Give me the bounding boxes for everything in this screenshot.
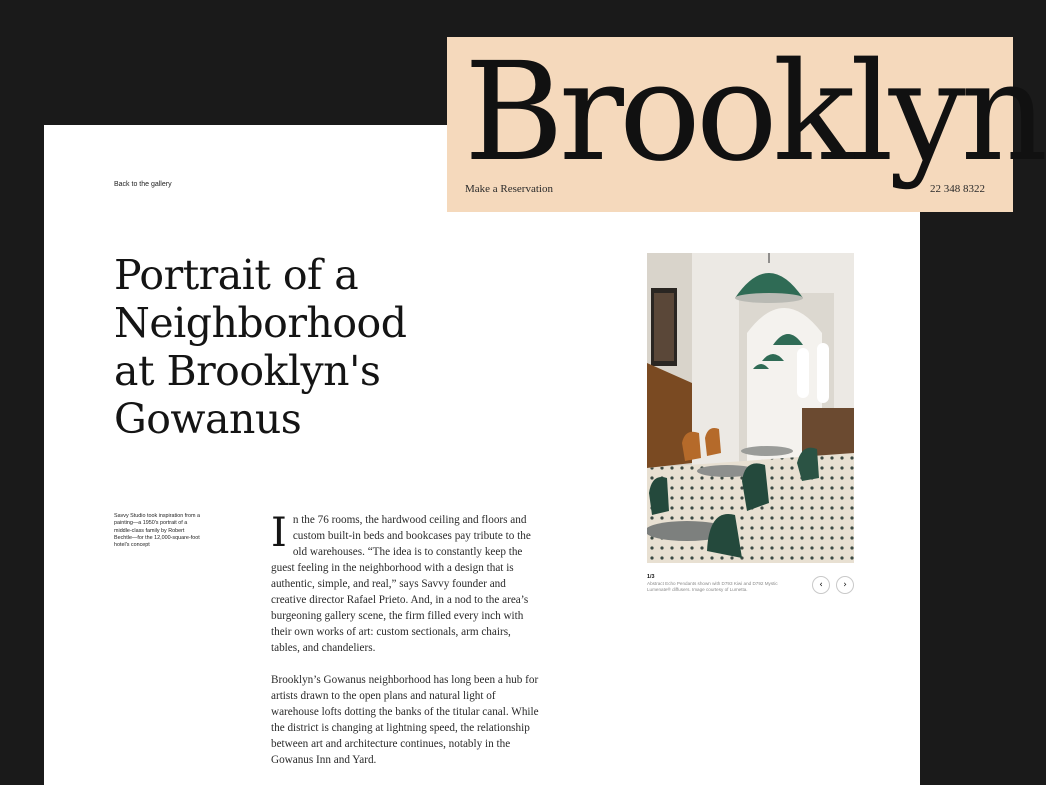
make-reservation-link[interactable]: Make a Reservation [465, 183, 553, 195]
brand-title: Brooklyn [464, 34, 1046, 192]
article-headline: Portrait of a Neighborhood at Brooklyn's… [114, 251, 407, 443]
previous-photo-button[interactable]: ‹ [812, 576, 830, 594]
article-page: Back to the gallery Portrait of a Neighb… [44, 125, 920, 785]
paragraph-1-text: n the 76 rooms, the hardwood ceiling and… [271, 514, 531, 654]
photo-caption: 1/3 Abstract Echo Pendants shown with D7… [647, 574, 797, 593]
back-to-gallery-link[interactable]: Back to the gallery [114, 181, 172, 188]
chevron-left-icon: ‹ [819, 580, 823, 590]
paragraph-1: In the 76 rooms, the hardwood ceiling an… [271, 512, 542, 656]
phone-number[interactable]: 22 348 8322 [930, 183, 985, 195]
article-body: In the 76 rooms, the hardwood ceiling an… [271, 512, 542, 784]
paragraph-2: Brooklyn’s Gowanus neighborhood has long… [271, 674, 539, 766]
next-photo-button[interactable]: › [836, 576, 854, 594]
brand-header-card: Brooklyn Make a Reservation 22 348 8322 [447, 34, 1046, 212]
side-note: Savvy Studio took inspiration from a pai… [114, 513, 200, 549]
restaurant-photo [647, 253, 854, 563]
photo-caption-text: Abstract Echo Pendants shown with D793 K… [647, 581, 778, 592]
drop-cap: I [271, 510, 287, 556]
photo-counter: 1/3 [647, 574, 655, 580]
chevron-right-icon: › [843, 580, 847, 590]
